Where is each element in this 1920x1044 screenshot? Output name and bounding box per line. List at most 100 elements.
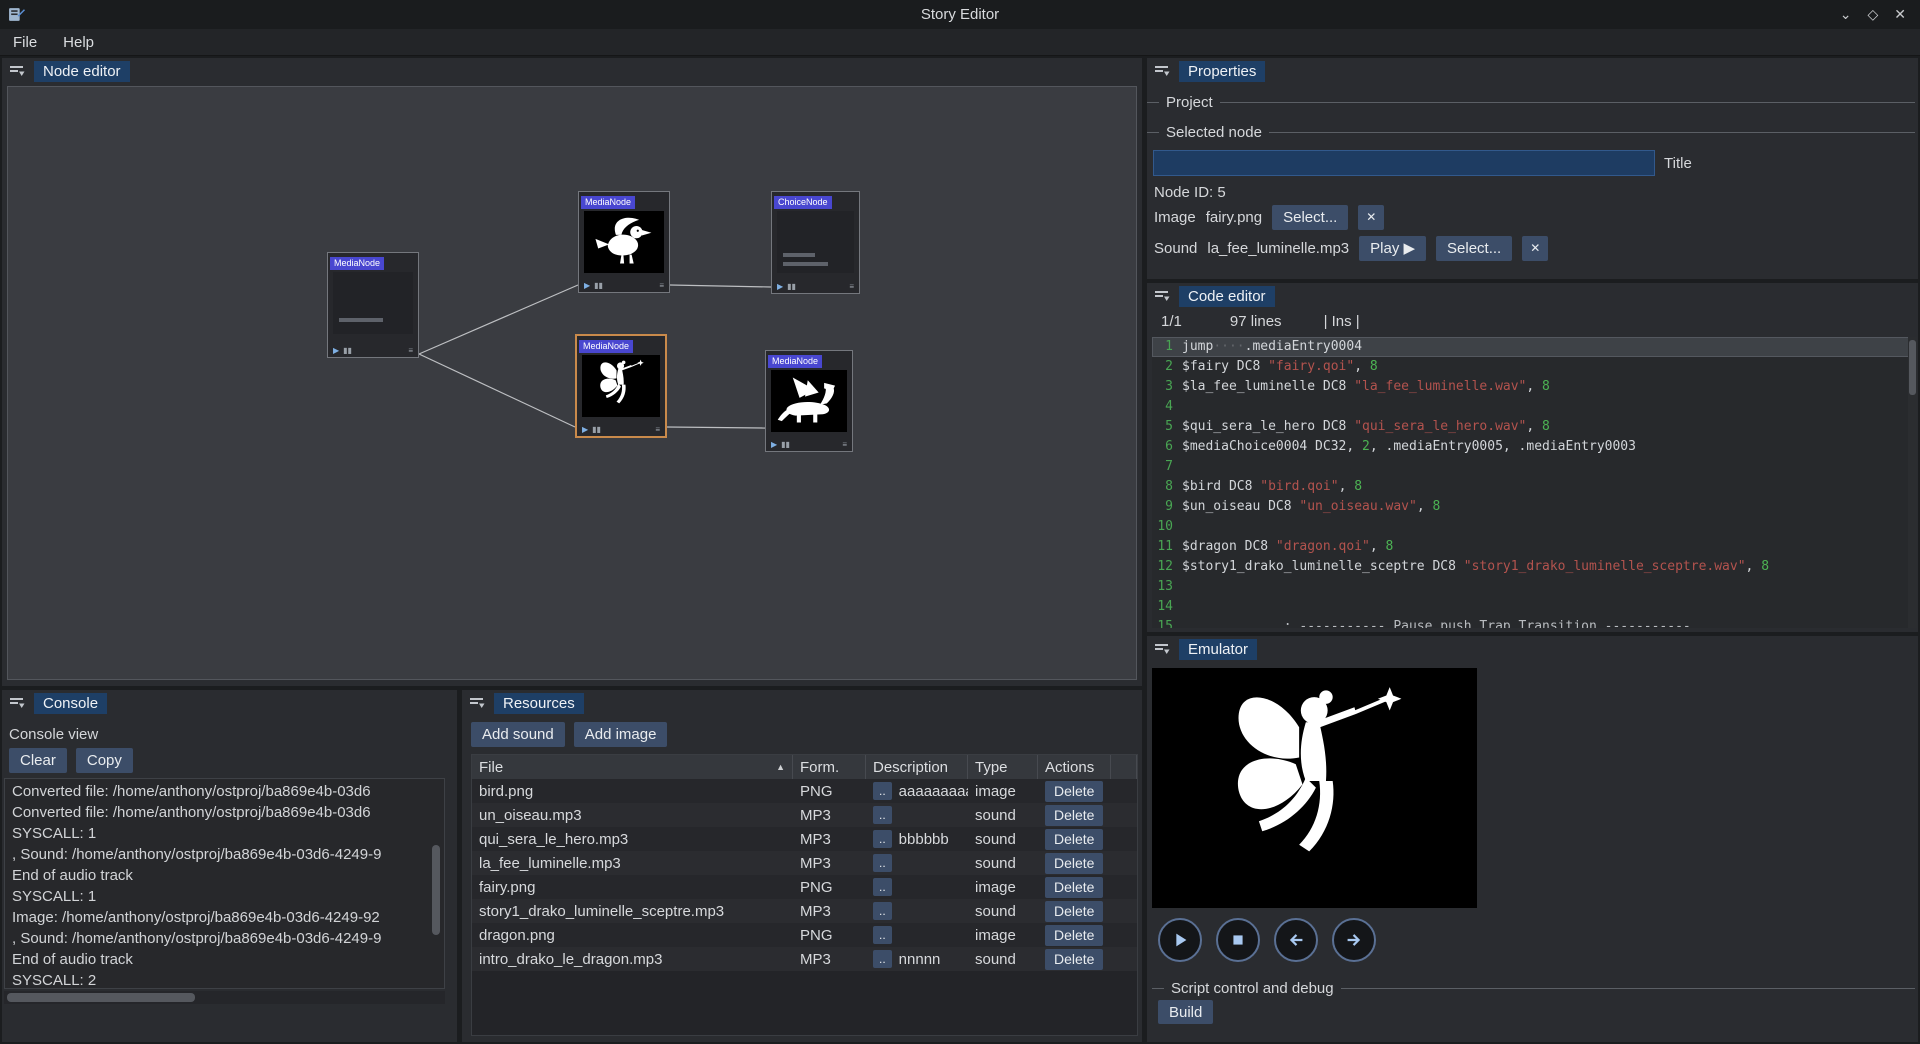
mini-play-icon[interactable]: ▶	[771, 440, 777, 449]
close-icon[interactable]: ✕	[1894, 0, 1906, 29]
edit-description-button[interactable]: ..	[873, 950, 892, 968]
delete-button[interactable]: Delete	[1045, 829, 1103, 850]
menu-help[interactable]: Help	[50, 31, 107, 54]
collapse-panel-icon[interactable]	[469, 695, 485, 711]
console-horizontal-scrollbar[interactable]	[4, 991, 445, 1004]
edit-description-button[interactable]: ..	[873, 830, 892, 848]
mini-pause-icon[interactable]: ▮▮	[594, 281, 603, 290]
add-sound-button[interactable]: Add sound	[471, 722, 565, 747]
table-row[interactable]: un_oiseau.mp3MP3..soundDelete	[472, 803, 1137, 827]
edit-description-button[interactable]: ..	[873, 926, 892, 944]
node-mini-controls[interactable]: ▶ ▮▮ ≡	[582, 425, 660, 434]
collapse-panel-icon[interactable]	[1154, 288, 1170, 304]
prev-button[interactable]	[1274, 918, 1318, 962]
collapse-panel-icon[interactable]	[1154, 63, 1170, 79]
mini-play-icon[interactable]: ▶	[777, 282, 783, 291]
node-content	[777, 211, 854, 273]
graph-node[interactable]: MediaNode▶▮▮≡	[575, 334, 667, 438]
table-row[interactable]: story1_drako_luminelle_sceptre.mp3MP3..s…	[472, 899, 1137, 923]
edit-description-button[interactable]: ..	[873, 878, 892, 896]
table-row[interactable]: bird.pngPNG..aaaaaaaaaimageDelete	[472, 779, 1137, 803]
add-image-button[interactable]: Add image	[574, 722, 668, 747]
mini-menu-icon[interactable]: ≡	[659, 281, 664, 290]
maximize-icon[interactable]: ◇	[1867, 0, 1878, 29]
table-row[interactable]: fairy.pngPNG..imageDelete	[472, 875, 1137, 899]
node-mini-controls[interactable]: ▶ ▮▮ ≡	[777, 282, 854, 291]
code-vertical-scrollbar[interactable]	[1908, 337, 1917, 628]
collapse-panel-icon[interactable]	[9, 695, 25, 711]
table-row[interactable]: intro_drako_le_dragon.mp3MP3..nnnnnsound…	[472, 947, 1137, 971]
mini-menu-icon[interactable]: ≡	[655, 425, 660, 434]
copy-button[interactable]: Copy	[76, 748, 133, 773]
graph-node[interactable]: MediaNode▶▮▮≡	[765, 350, 853, 452]
collapse-panel-icon[interactable]	[9, 63, 25, 79]
delete-button[interactable]: Delete	[1045, 853, 1103, 874]
mini-pause-icon[interactable]: ▮▮	[592, 425, 601, 434]
console-log[interactable]: Converted file: /home/anthony/ostproj/ba…	[4, 778, 445, 989]
mini-pause-icon[interactable]: ▮▮	[781, 440, 790, 449]
column-header-type[interactable]: Type	[968, 755, 1038, 779]
collapse-panel-icon[interactable]	[1154, 641, 1170, 657]
column-header-file[interactable]: File▲	[472, 755, 793, 779]
delete-button[interactable]: Delete	[1045, 901, 1103, 922]
mini-menu-icon[interactable]: ≡	[408, 346, 413, 355]
mini-pause-icon[interactable]: ▮▮	[343, 346, 352, 355]
node-graph-canvas[interactable]: MediaNode▶▮▮≡MediaNode▶▮▮≡ChoiceNode▶▮▮≡…	[7, 86, 1137, 680]
cell-format: MP3	[793, 903, 866, 920]
edit-description-button[interactable]: ..	[873, 782, 892, 800]
minimize-icon[interactable]: ⌄	[1840, 0, 1852, 29]
node-mini-controls[interactable]: ▶ ▮▮ ≡	[333, 346, 413, 355]
menu-file[interactable]: File	[0, 31, 50, 54]
scrollbar-thumb[interactable]	[7, 993, 195, 1002]
graph-node[interactable]: ChoiceNode▶▮▮≡	[771, 191, 860, 294]
sound-play-button[interactable]: Play ▶	[1359, 236, 1426, 261]
mini-menu-icon[interactable]: ≡	[849, 282, 854, 291]
edit-description-button[interactable]: ..	[873, 902, 892, 920]
stop-button[interactable]	[1216, 918, 1260, 962]
table-row[interactable]: la_fee_luminelle.mp3MP3..soundDelete	[472, 851, 1137, 875]
console-log-line: End of audio track	[12, 949, 437, 970]
console-log-line: SYSCALL: 1	[12, 886, 437, 907]
delete-button[interactable]: Delete	[1045, 949, 1103, 970]
scrollbar-thumb[interactable]	[1909, 340, 1916, 395]
play-button[interactable]	[1158, 918, 1202, 962]
node-mini-controls[interactable]: ▶ ▮▮ ≡	[584, 281, 664, 290]
column-header-actions[interactable]: Actions	[1038, 755, 1111, 779]
node-mini-controls[interactable]: ▶ ▮▮ ≡	[771, 440, 847, 449]
node-editor-panel: Node editor MediaNode▶▮▮≡MediaNode▶▮▮≡Ch…	[2, 58, 1142, 686]
delete-button[interactable]: Delete	[1045, 925, 1103, 946]
cell-type: image	[968, 927, 1038, 944]
title-input[interactable]	[1153, 150, 1655, 176]
mini-pause-icon[interactable]: ▮▮	[787, 282, 796, 291]
console-vertical-scrollbar[interactable]	[432, 845, 440, 935]
image-select-button[interactable]: Select...	[1272, 205, 1348, 230]
mini-play-icon[interactable]: ▶	[582, 425, 588, 434]
console-log-line: Converted file: /home/anthony/ostproj/ba…	[12, 802, 437, 823]
table-row[interactable]: qui_sera_le_hero.mp3MP3..bbbbbbsoundDele…	[472, 827, 1137, 851]
graph-node[interactable]: MediaNode▶▮▮≡	[578, 191, 670, 293]
next-button[interactable]	[1332, 918, 1376, 962]
clear-x-icon: ✕	[1366, 210, 1376, 224]
line-number: 3	[1152, 377, 1182, 397]
graph-node[interactable]: MediaNode▶▮▮≡	[327, 252, 419, 358]
sound-select-button[interactable]: Select...	[1436, 236, 1512, 261]
table-row[interactable]: dragon.pngPNG..imageDelete	[472, 923, 1137, 947]
mini-play-icon[interactable]: ▶	[584, 281, 590, 290]
clear-button[interactable]: Clear	[9, 748, 67, 773]
code-text-area[interactable]: 1jump····.mediaEntry00042$fairy DC8 "fai…	[1152, 337, 1913, 628]
build-button[interactable]: Build	[1158, 1000, 1213, 1024]
column-header-form[interactable]: Form.	[793, 755, 866, 779]
image-clear-button[interactable]: ✕	[1358, 205, 1384, 230]
cell-type: sound	[968, 951, 1038, 968]
mini-play-icon[interactable]: ▶	[333, 346, 339, 355]
edit-description-button[interactable]: ..	[873, 854, 892, 872]
delete-button[interactable]: Delete	[1045, 805, 1103, 826]
code-line: 5$qui_sera_le_hero DC8 "qui_sera_le_hero…	[1152, 417, 1913, 437]
mini-menu-icon[interactable]: ≡	[842, 440, 847, 449]
column-header-description[interactable]: Description	[866, 755, 968, 779]
line-number: 10	[1152, 517, 1182, 537]
delete-button[interactable]: Delete	[1045, 781, 1103, 802]
edit-description-button[interactable]: ..	[873, 806, 892, 824]
delete-button[interactable]: Delete	[1045, 877, 1103, 898]
sound-clear-button[interactable]: ✕	[1522, 236, 1548, 261]
